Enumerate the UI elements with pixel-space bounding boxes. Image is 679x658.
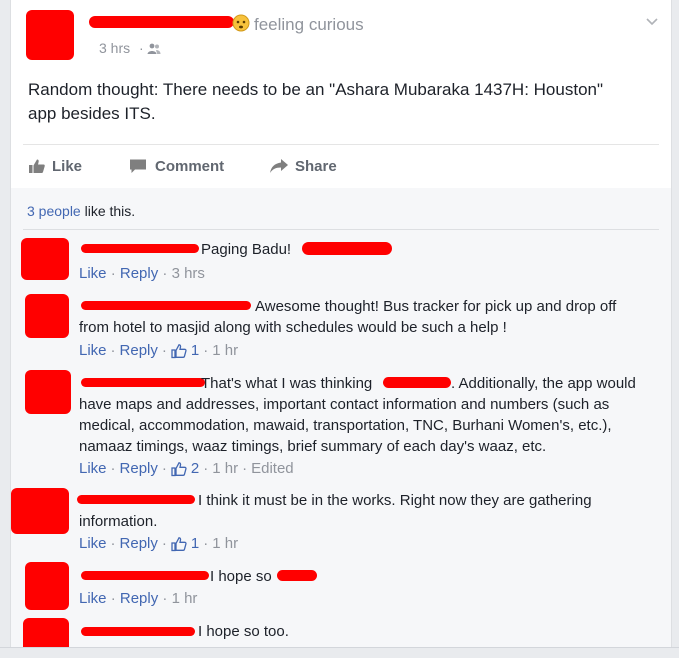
comment-text: medical, accommodation, mawaid, transpor… xyxy=(79,417,612,434)
comment-like-link[interactable]: Like xyxy=(79,265,107,282)
emoji-curious-icon xyxy=(232,14,250,32)
meta-separator: · xyxy=(162,265,168,282)
comment-like-link[interactable]: Like xyxy=(79,590,107,607)
chevron-down-icon[interactable] xyxy=(645,14,659,26)
comment-meta: Like · Reply · 1 · 1 hr xyxy=(79,534,238,554)
comment-text: have maps and addresses, important conta… xyxy=(79,396,610,413)
meta-separator: · xyxy=(203,342,209,359)
meta-separator: · xyxy=(110,590,116,607)
comment-text: I hope so xyxy=(210,568,272,585)
commenter-name-redacted[interactable] xyxy=(81,571,209,580)
comment-meta: Like · Reply · 3 hrs xyxy=(79,264,205,284)
like-count[interactable]: 2 xyxy=(191,459,199,479)
comment-text: information. xyxy=(79,513,158,530)
comment-like-link[interactable]: Like xyxy=(79,534,107,554)
comment-text: Awesome thought! Bus tracker for pick up… xyxy=(255,298,617,315)
comment-timestamp[interactable]: 1 hr xyxy=(212,341,238,361)
comment-timestamp[interactable]: 3 hrs xyxy=(172,265,205,282)
meta-separator: · xyxy=(110,460,116,477)
mention-redacted[interactable] xyxy=(302,242,392,255)
share-button[interactable]: Share xyxy=(269,156,337,176)
thumbs-up-icon xyxy=(28,158,46,174)
commenter-name-redacted[interactable] xyxy=(77,495,195,504)
comment-text: Paging Badu! xyxy=(201,241,292,258)
comment-meta: Like · Reply · 1 hr xyxy=(79,589,197,609)
comment-timestamp[interactable]: 1 hr xyxy=(212,459,238,479)
comment-text: . Additionally, the app would xyxy=(451,375,636,392)
comment-reply-link[interactable]: Reply xyxy=(120,534,158,554)
meta-separator: · xyxy=(110,535,116,552)
comment-meta: Like · Reply · 2 · 1 hr · Edited xyxy=(79,459,294,479)
commenter-avatar[interactable] xyxy=(25,370,71,414)
comment-timestamp[interactable]: 1 hr xyxy=(212,534,238,554)
comment-text: I think it must be in the works. Right n… xyxy=(198,492,592,509)
commenter-name-redacted[interactable] xyxy=(81,244,199,253)
meta-separator: · xyxy=(110,342,116,359)
post-body-line1: Random thought: There needs to be an "As… xyxy=(28,80,604,99)
comment-reply-link[interactable]: Reply xyxy=(120,459,158,479)
friends-privacy-icon[interactable] xyxy=(147,42,161,54)
commenter-name-redacted[interactable] xyxy=(81,301,251,310)
comment-icon xyxy=(129,158,147,174)
author-avatar[interactable] xyxy=(26,10,74,60)
comment-timestamp[interactable]: 1 hr xyxy=(172,590,198,607)
meta-separator: · xyxy=(161,460,167,477)
comment-meta: Like · Reply · 1 · 1 hr xyxy=(79,341,238,361)
post-timestamp[interactable]: 3 hrs xyxy=(99,40,130,56)
commenter-name-redacted[interactable] xyxy=(81,627,195,636)
divider xyxy=(23,229,659,230)
meta-separator: · xyxy=(162,590,168,607)
timestamp-separator: · xyxy=(139,40,144,56)
like-button-label: Like xyxy=(52,157,83,175)
commenter-avatar[interactable] xyxy=(25,294,69,338)
comment-text: I hope so too. xyxy=(198,623,289,640)
comment-reply-link[interactable]: Reply xyxy=(120,341,158,361)
meta-separator: · xyxy=(203,535,209,552)
comment-like-link[interactable]: Like xyxy=(79,459,107,479)
mention-redacted[interactable] xyxy=(277,570,317,581)
horizontal-scrollbar[interactable] xyxy=(0,647,679,658)
meta-separator: · xyxy=(161,342,167,359)
commenter-avatar[interactable] xyxy=(11,488,69,534)
commenter-name-redacted[interactable] xyxy=(81,378,205,387)
likes-people-link[interactable]: 3 people xyxy=(27,203,81,219)
like-count-icon[interactable] xyxy=(171,536,187,552)
comment-text: from hotel to masjid along with schedule… xyxy=(79,319,507,336)
like-count[interactable]: 1 xyxy=(191,341,199,361)
like-count[interactable]: 1 xyxy=(191,534,199,554)
share-button-label: Share xyxy=(295,157,337,175)
feeling-label: feeling curious xyxy=(254,15,364,34)
divider xyxy=(23,144,659,145)
meta-separator: · xyxy=(110,265,116,282)
like-count-icon[interactable] xyxy=(171,461,187,477)
commenter-avatar[interactable] xyxy=(25,562,69,610)
post-card: feeling curious 3 hrs · Random thought: … xyxy=(10,0,672,657)
post-body-line2: app besides ITS. xyxy=(28,104,156,123)
like-count-icon[interactable] xyxy=(171,343,187,359)
edited-label[interactable]: Edited xyxy=(251,459,294,479)
comment-button[interactable]: Comment xyxy=(129,156,224,176)
meta-separator: · xyxy=(161,535,167,552)
comment-text: That's what I was thinking xyxy=(201,375,373,392)
commenter-avatar[interactable] xyxy=(21,238,69,280)
share-arrow-icon xyxy=(269,158,289,174)
comment-reply-link[interactable]: Reply xyxy=(120,590,158,607)
comment-text: namaaz timings, waaz timings, brief summ… xyxy=(79,438,547,455)
mention-redacted[interactable] xyxy=(383,377,451,388)
like-button[interactable]: Like xyxy=(28,156,82,176)
comment-reply-link[interactable]: Reply xyxy=(120,265,158,282)
comment-like-link[interactable]: Like xyxy=(79,341,107,361)
likes-summary-rest: like this. xyxy=(80,203,136,219)
likes-summary: 3 people like this. xyxy=(27,203,135,219)
meta-separator: · xyxy=(242,460,248,477)
comment-button-label: Comment xyxy=(155,157,225,175)
author-name-redacted[interactable] xyxy=(89,16,234,28)
meta-separator: · xyxy=(203,460,209,477)
